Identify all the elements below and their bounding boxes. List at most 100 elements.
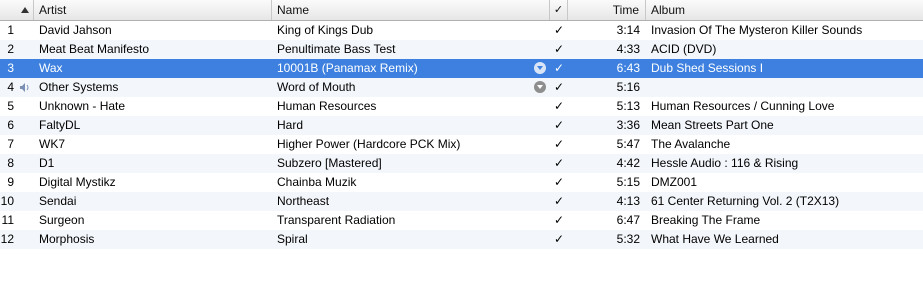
track-album: ACID (DVD) (646, 40, 923, 59)
track-index-text: 4 (7, 80, 14, 94)
track-artist: Unknown - Hate (34, 97, 272, 116)
track-artist: Digital Mystikz (34, 173, 272, 192)
track-index-text: 1 (7, 23, 14, 37)
track-index: 6 (0, 116, 34, 135)
track-name: Chainba Muzik (272, 173, 550, 192)
track-index-text: 3 (7, 61, 14, 75)
track-enabled-checkbox[interactable]: ✓ (550, 21, 568, 40)
track-album-text: Mean Streets Part One (651, 118, 774, 132)
column-header-index[interactable] (0, 0, 34, 20)
track-album-text: ACID (DVD) (651, 42, 717, 56)
column-header-time[interactable]: Time (568, 0, 646, 20)
track-row[interactable]: 3 Wax 10001B (Panamax Remix) ✓ 6:43 Dub Shed … (0, 59, 923, 78)
track-artist: FaltyDL (34, 116, 272, 135)
track-enabled-checkbox[interactable]: ✓ (550, 59, 568, 78)
track-time: 6:43 (568, 59, 646, 78)
track-artist-text: FaltyDL (39, 118, 81, 132)
column-header-artist[interactable]: Artist (34, 0, 272, 20)
column-header-row: Artist Name ✓ Time Album (0, 0, 923, 21)
track-album-text: Hessle Audio : 116 & Rising (651, 156, 799, 170)
track-enabled-checkbox[interactable]: ✓ (550, 154, 568, 173)
track-artist: Surgeon (34, 211, 272, 230)
track-enabled-checkbox[interactable]: ✓ (550, 116, 568, 135)
column-header-checkbox[interactable]: ✓ (550, 0, 568, 20)
track-row[interactable]: 2 Meat Beat Manifesto Penultimate Bass Tes… (0, 40, 923, 59)
track-index-text: 6 (7, 118, 14, 132)
track-time: 4:13 (568, 192, 646, 211)
track-name-text: Transparent Radiation (277, 213, 396, 227)
sort-ascending-icon (21, 7, 29, 13)
track-row[interactable]: 7 WK7 Higher Power (Hardcore PCK Mix) ✓ 5:47… (0, 135, 923, 154)
track-time: 5:47 (568, 135, 646, 154)
track-row[interactable]: 12 Morphosis Spiral ✓ 5:32 What Have We Learn… (0, 230, 923, 249)
track-enabled-checkbox-text: ✓ (553, 194, 565, 208)
track-time: 5:16 (568, 78, 646, 97)
track-enabled-checkbox[interactable]: ✓ (550, 135, 568, 154)
track-row[interactable]: 5 Unknown - Hate Human Resources ✓ 5:13 Human… (0, 97, 923, 116)
track-time: 5:15 (568, 173, 646, 192)
track-name: 10001B (Panamax Remix) (272, 59, 550, 78)
track-enabled-checkbox[interactable]: ✓ (550, 97, 568, 116)
track-artist: Meat Beat Manifesto (34, 40, 272, 59)
track-row[interactable]: 10 Sendai Northeast ✓ 4:13 61 Center Returnin… (0, 192, 923, 211)
track-artist: Morphosis (34, 230, 272, 249)
track-row[interactable]: 1 David Jahson King of Kings Dub ✓ 3:14 Invas… (0, 21, 923, 40)
track-enabled-checkbox[interactable]: ✓ (550, 78, 568, 97)
track-time-text: 5:47 (616, 137, 640, 151)
go-to-store-arrow-icon[interactable] (534, 62, 546, 74)
go-to-store-arrow-icon[interactable] (534, 81, 546, 93)
track-artist-text: Digital Mystikz (39, 175, 116, 189)
track-enabled-checkbox-text: ✓ (553, 118, 565, 132)
track-name-text: Penultimate Bass Test (277, 42, 396, 56)
track-index-text: 11 (1, 213, 14, 227)
column-header-name[interactable]: Name (272, 0, 550, 20)
track-index: 10 (0, 192, 34, 211)
column-header-album[interactable]: Album (646, 0, 923, 20)
track-artist: Other Systems (34, 78, 272, 97)
track-index: 3 (0, 59, 34, 78)
track-enabled-checkbox[interactable]: ✓ (550, 230, 568, 249)
track-name-text: Word of Mouth (277, 80, 356, 94)
track-row[interactable]: 6 FaltyDL Hard ✓ 3:36 Mean Streets Part One (0, 116, 923, 135)
track-time-text: 5:15 (616, 175, 640, 189)
track-index-text: 2 (7, 42, 14, 56)
track-enabled-checkbox[interactable]: ✓ (550, 192, 568, 211)
track-artist: Wax (34, 59, 272, 78)
track-artist: Sendai (34, 192, 272, 211)
track-index: 4 (0, 78, 34, 97)
track-album: Human Resources / Cunning Love (646, 97, 923, 116)
track-time-text: 4:33 (616, 42, 640, 56)
track-album: Dub Shed Sessions I (646, 59, 923, 78)
track-name: Northeast (272, 192, 550, 211)
track-index: 9 (0, 173, 34, 192)
track-enabled-checkbox[interactable]: ✓ (550, 40, 568, 59)
track-album: Breaking The Frame (646, 211, 923, 230)
track-album (646, 78, 923, 97)
track-album: Hessle Audio : 116 & Rising (646, 154, 923, 173)
track-time-text: 4:13 (616, 194, 640, 208)
track-row[interactable]: 4 Other Systems Word of Mouth ✓ 5:16 (0, 78, 923, 97)
track-row[interactable]: 11 Surgeon Transparent Radiation ✓ 6:47 Break… (0, 211, 923, 230)
track-enabled-checkbox-text: ✓ (553, 99, 565, 113)
track-name: Human Resources (272, 97, 550, 116)
track-enabled-checkbox[interactable]: ✓ (550, 211, 568, 230)
track-artist-text: Wax (39, 61, 63, 75)
track-album: DMZ001 (646, 173, 923, 192)
track-artist: WK7 (34, 135, 272, 154)
track-artist-text: Meat Beat Manifesto (39, 42, 150, 56)
track-name: Transparent Radiation (272, 211, 550, 230)
track-name: Higher Power (Hardcore PCK Mix) (272, 135, 550, 154)
track-name-text: Subzero [Mastered] (277, 156, 382, 170)
track-artist-text: Other Systems (39, 80, 119, 94)
track-enabled-checkbox[interactable]: ✓ (550, 173, 568, 192)
track-album-text: 61 Center Returning Vol. 2 (T2X13) (651, 194, 840, 208)
track-index-text: 12 (0, 232, 14, 246)
track-album: The Avalanche (646, 135, 923, 154)
track-row[interactable]: 9 Digital Mystikz Chainba Muzik ✓ 5:15 DMZ001 (0, 173, 923, 192)
track-time: 6:47 (568, 211, 646, 230)
track-name: King of Kings Dub (272, 21, 550, 40)
track-album-text: DMZ001 (651, 175, 698, 189)
track-index-text: 8 (7, 156, 14, 170)
track-artist-text: WK7 (39, 137, 66, 151)
track-row[interactable]: 8 D1 Subzero [Mastered] ✓ 4:42 Hessle Audio :… (0, 154, 923, 173)
